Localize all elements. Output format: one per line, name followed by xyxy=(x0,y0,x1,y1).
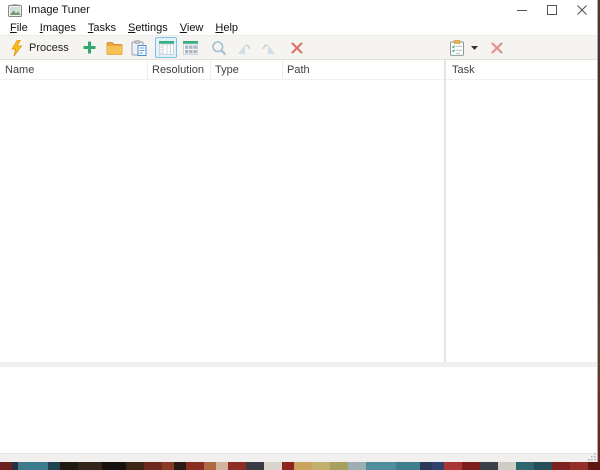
details-view-icon xyxy=(159,41,174,55)
minimize-button[interactable] xyxy=(507,0,537,20)
remove-images-icon xyxy=(291,42,303,54)
details-view-button[interactable] xyxy=(155,37,177,58)
column-header-path[interactable]: Path xyxy=(283,60,444,79)
menu-images[interactable]: Images xyxy=(34,20,82,35)
paste-button[interactable] xyxy=(128,37,150,58)
rotate-left-button[interactable] xyxy=(233,37,255,58)
rotate-right-icon xyxy=(261,41,277,55)
column-header-name[interactable]: Name xyxy=(0,60,148,79)
preview-pane xyxy=(0,367,597,453)
column-header-type[interactable]: Type xyxy=(211,60,283,79)
main-area: Name Resolution Type Path Task xyxy=(0,60,597,362)
window-controls xyxy=(507,0,597,20)
desktop-wallpaper-bottom-sliver xyxy=(0,462,600,470)
add-images-button[interactable] xyxy=(78,37,100,58)
menu-help[interactable]: Help xyxy=(209,20,244,35)
toolbar: Process xyxy=(0,35,597,60)
menu-file[interactable]: File xyxy=(4,20,34,35)
app-icon xyxy=(8,4,23,17)
task-pane-header: Task xyxy=(446,60,597,80)
task-list-button[interactable] xyxy=(446,37,481,58)
zoom-icon xyxy=(211,40,227,56)
add-folder-icon xyxy=(106,41,123,55)
rotate-left-icon xyxy=(236,41,252,55)
add-images-icon xyxy=(82,40,97,55)
image-list-header: Name Resolution Type Path xyxy=(0,60,444,80)
column-header-resolution[interactable]: Resolution xyxy=(148,60,211,79)
task-list-icon xyxy=(449,40,465,56)
process-icon xyxy=(11,40,22,56)
statusbar xyxy=(0,453,597,462)
maximize-icon xyxy=(547,5,557,15)
paste-icon xyxy=(131,40,147,56)
process-label: Process xyxy=(29,42,69,54)
image-list-body xyxy=(0,80,444,362)
add-folder-button[interactable] xyxy=(103,37,125,58)
maximize-button[interactable] xyxy=(537,0,567,20)
task-pane: Task xyxy=(446,60,597,362)
process-button[interactable]: Process xyxy=(4,37,78,58)
close-button[interactable] xyxy=(567,0,597,20)
task-list-body xyxy=(446,80,597,362)
menu-settings[interactable]: Settings xyxy=(122,20,174,35)
zoom-button[interactable] xyxy=(208,37,230,58)
remove-task-icon xyxy=(491,42,503,54)
menu-tasks[interactable]: Tasks xyxy=(82,20,122,35)
titlebar: Image Tuner xyxy=(0,0,597,20)
image-tuner-window: Image Tuner File Images Tasks Settings V… xyxy=(0,0,598,462)
resize-grip-icon[interactable] xyxy=(587,452,596,461)
remove-images-button[interactable] xyxy=(286,37,308,58)
desktop: Image Tuner File Images Tasks Settings V… xyxy=(0,0,600,470)
minimize-icon xyxy=(517,5,527,15)
image-list-pane: Name Resolution Type Path xyxy=(0,60,444,362)
menu-view[interactable]: View xyxy=(174,20,210,35)
thumbnails-view-icon xyxy=(183,41,198,55)
task-menu-arrow-icon xyxy=(471,46,478,50)
menubar: File Images Tasks Settings View Help xyxy=(0,20,597,35)
rotate-right-button[interactable] xyxy=(258,37,280,58)
remove-task-button[interactable] xyxy=(486,37,508,58)
close-icon xyxy=(577,5,587,15)
thumbnails-view-button[interactable] xyxy=(179,37,201,58)
window-title: Image Tuner xyxy=(28,4,90,16)
